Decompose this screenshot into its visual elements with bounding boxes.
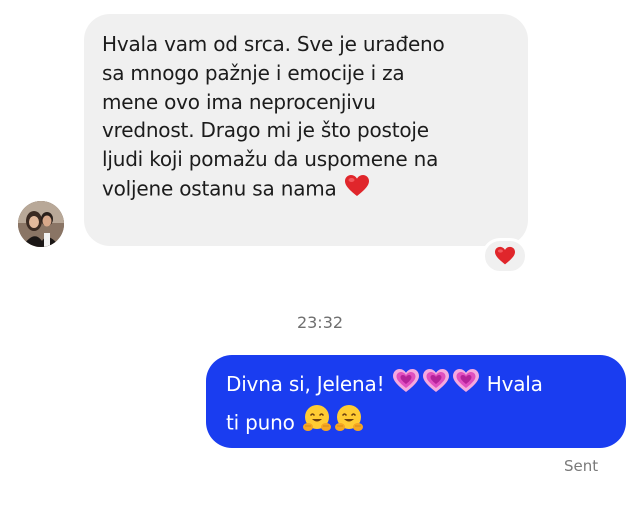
hugging-face-icon <box>302 404 332 444</box>
growing-heart-icon <box>422 368 450 404</box>
growing-heart-icon <box>392 368 420 404</box>
outgoing-message-bubble[interactable]: Divna si, Jelena! Hvala ti puno <box>206 355 626 448</box>
message-line: mene ovo ima neprocenjivu <box>102 89 376 114</box>
message-reaction[interactable] <box>482 238 528 274</box>
avatar-photo <box>18 201 64 247</box>
message-line: vrednost. Drago mi je što postoje <box>102 118 429 143</box>
message-text: Divna si, Jelena! <box>226 372 385 396</box>
message-line: sa mnogo pažnje i emocije i za <box>102 60 405 85</box>
message-timestamp: 23:32 <box>296 313 344 332</box>
message-line-text: voljene ostanu sa nama <box>102 176 337 201</box>
message-line: Hvala vam od srca. Sve je urađeno <box>102 32 445 56</box>
chat-thread: Hvala vam od srca. Sve je urađeno sa mno… <box>0 0 640 514</box>
incoming-message-bubble[interactable]: Hvala vam od srca. Sve je urađeno sa mno… <box>84 14 528 246</box>
avatar[interactable] <box>18 201 64 247</box>
message-text: ti puno <box>226 410 295 434</box>
delivery-status: Sent <box>564 457 599 475</box>
red-heart-icon <box>495 246 515 265</box>
red-heart-icon <box>344 174 370 206</box>
growing-heart-icon <box>452 368 480 404</box>
message-text: Hvala <box>486 372 543 396</box>
message-line: ti puno <box>226 404 610 444</box>
message-line-last: voljene ostanu sa nama <box>102 174 512 206</box>
message-line: ljudi koji pomažu da uspomene na <box>102 147 439 172</box>
hugging-face-icon <box>334 404 364 444</box>
message-line: Divna si, Jelena! Hvala <box>226 367 610 404</box>
